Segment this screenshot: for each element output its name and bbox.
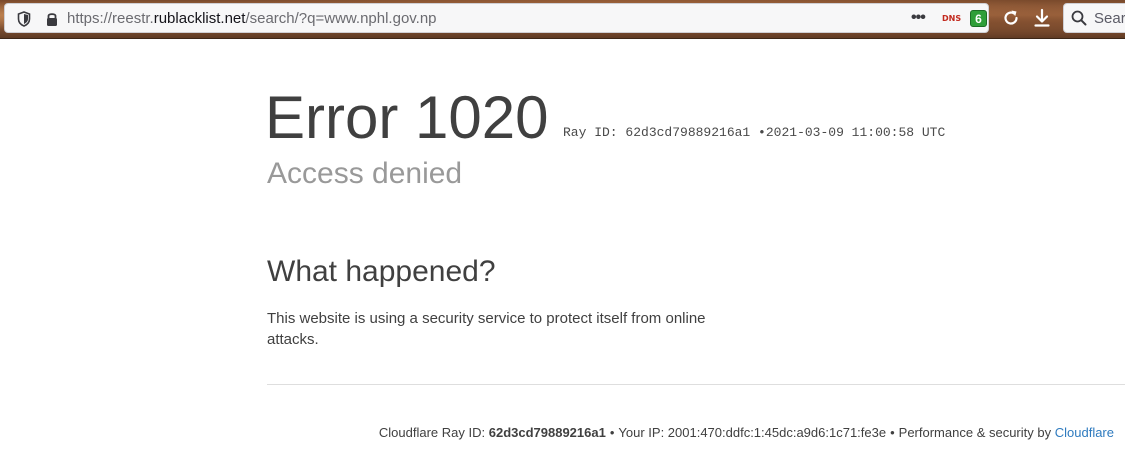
footer-ray-prefix: Cloudflare Ray ID: — [378, 425, 486, 440]
lock-icon[interactable] — [45, 11, 59, 27]
footer-separator: • — [609, 425, 615, 440]
shield-icon[interactable] — [17, 11, 31, 27]
url-prefix: https://reestr. — [67, 10, 154, 27]
ray-separator: • — [758, 125, 766, 140]
extension-badge[interactable]: 6 — [970, 10, 987, 27]
footer-ip: Your IP: 2001:470:ddfc:1:45dc:a9d6:1c71:… — [618, 425, 887, 440]
more-icon[interactable]: ••• — [911, 9, 926, 27]
url-text[interactable]: https://reestr.rublacklist.net/search/?q… — [67, 10, 437, 28]
url-suffix: /search/?q=www.nphl.gov.np — [245, 10, 437, 27]
footer-performance-text: Performance & security by — [898, 425, 1052, 440]
cloudflare-link[interactable]: Cloudflare — [1055, 425, 1114, 440]
what-happened-text: This website is using a security service… — [267, 310, 706, 348]
footer: Cloudflare Ray ID: 62d3cd79889216a1 • Your… — [379, 424, 1114, 442]
footer-separator: • — [890, 425, 895, 440]
error-subtitle: Access denied — [267, 157, 463, 190]
ray-id-line: Ray ID: 62d3cd79889216a1 •2021-03-09 11:… — [563, 125, 945, 140]
error-title: Error 1020 — [265, 84, 549, 151]
url-bar[interactable]: https://reestr.rublacklist.net/search/?q… — [4, 3, 989, 33]
ray-id: Ray ID: 62d3cd79889216a1 — [563, 125, 751, 140]
search-placeholder: Search — [1094, 10, 1125, 27]
download-icon[interactable] — [1032, 8, 1052, 28]
footer-ray-id: 62d3cd79889216a1 — [488, 425, 606, 440]
search-box[interactable]: Search — [1063, 3, 1125, 33]
footer-divider — [267, 384, 1125, 385]
search-icon — [1071, 10, 1087, 26]
reload-icon[interactable] — [1001, 8, 1021, 28]
url-domain: rublacklist.net — [153, 10, 246, 27]
browser-toolbar: https://reestr.rublacklist.net/search/?q… — [0, 0, 1125, 39]
dns-extension-icon[interactable]: DNS — [942, 14, 961, 23]
error-timestamp: 2021-03-09 11:00:58 UTC — [765, 125, 946, 140]
what-happened-heading: What happened? — [267, 255, 496, 288]
